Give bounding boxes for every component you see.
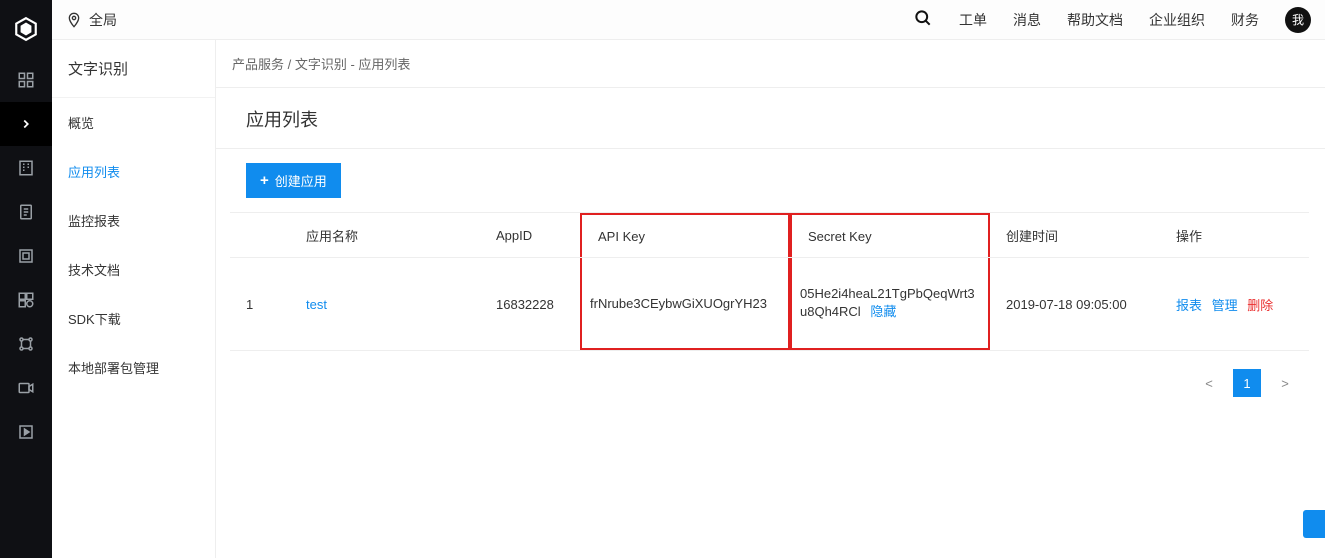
page-title: 应用列表	[216, 88, 1325, 149]
location-icon	[66, 12, 82, 28]
scope-label: 全局	[89, 10, 117, 30]
rail-dashboard-icon[interactable]	[0, 58, 52, 102]
cell-secret: 05He2i4heaL21TgPbQeqWrt3u8Qh4RCl 隐藏	[790, 258, 990, 351]
op-report-link[interactable]: 报表	[1176, 298, 1202, 313]
table-row: 1 test 16832228 frNrube3CEybwGiXUOgrYH23…	[230, 258, 1309, 351]
col-name: 应用名称	[290, 213, 480, 258]
create-app-label: 创建应用	[275, 171, 327, 190]
cell-idx: 1	[230, 258, 290, 351]
breadcrumb: 产品服务 / 文字识别 - 应用列表	[216, 40, 1325, 88]
col-appid: AppID	[480, 213, 580, 258]
pagination: < 1 >	[216, 351, 1325, 415]
sidebar-item-deploy[interactable]: 本地部署包管理	[52, 343, 215, 392]
rail-play-icon[interactable]	[0, 410, 52, 454]
nav-message[interactable]: 消息	[1013, 10, 1041, 30]
feedback-tab[interactable]	[1303, 510, 1325, 538]
sidebar-item-app-list[interactable]: 应用列表	[52, 147, 215, 196]
rail-video-icon[interactable]	[0, 366, 52, 410]
create-app-button[interactable]: + 创建应用	[246, 163, 341, 198]
app-name-link[interactable]: test	[306, 297, 327, 312]
table-header-row: 应用名称 AppID API Key Secret Key 创建时间 操作	[230, 213, 1309, 258]
rail-building-icon[interactable]	[0, 146, 52, 190]
op-manage-link[interactable]: 管理	[1212, 298, 1238, 313]
col-ops: 操作	[1160, 213, 1309, 258]
op-delete-link[interactable]: 删除	[1247, 298, 1273, 313]
nav-help[interactable]: 帮助文档	[1067, 10, 1123, 30]
col-apikey: API Key	[580, 213, 790, 258]
cell-created: 2019-07-18 09:05:00	[990, 258, 1160, 351]
scope-selector[interactable]: 全局	[66, 10, 117, 30]
cell-appid: 16832228	[480, 258, 580, 351]
icon-rail	[0, 0, 52, 558]
search-icon[interactable]	[913, 8, 933, 31]
pager-prev[interactable]: <	[1195, 369, 1223, 397]
col-secret: Secret Key	[790, 213, 990, 258]
cell-apikey: frNrube3CEybwGiXUOgrYH23	[580, 258, 790, 351]
toolbar: + 创建应用	[216, 149, 1325, 212]
pager-current[interactable]: 1	[1233, 369, 1261, 397]
col-idx	[230, 213, 290, 258]
sidebar-title: 文字识别	[52, 40, 215, 98]
plus-icon: +	[260, 173, 269, 188]
nav-finance[interactable]: 财务	[1231, 10, 1259, 30]
rail-apps-icon[interactable]	[0, 278, 52, 322]
sidebar: 文字识别 概览 应用列表 监控报表 技术文档 SDK下载 本地部署包管理	[52, 40, 216, 558]
sidebar-item-sdk[interactable]: SDK下载	[52, 294, 215, 343]
sidebar-item-docs[interactable]: 技术文档	[52, 245, 215, 294]
rail-document-icon[interactable]	[0, 190, 52, 234]
main: 产品服务 / 文字识别 - 应用列表 应用列表 + 创建应用 应用名称 AppI…	[216, 40, 1325, 558]
rail-network-icon[interactable]	[0, 322, 52, 366]
app-table: 应用名称 AppID API Key Secret Key 创建时间 操作 1 …	[230, 212, 1309, 351]
pager-next[interactable]: >	[1271, 369, 1299, 397]
sidebar-item-overview[interactable]: 概览	[52, 98, 215, 147]
secret-toggle-link[interactable]: 隐藏	[870, 304, 896, 319]
col-created: 创建时间	[990, 213, 1160, 258]
rail-expand-icon[interactable]	[0, 102, 52, 146]
cell-name: test	[290, 258, 480, 351]
rail-frame-icon[interactable]	[0, 234, 52, 278]
avatar[interactable]: 我	[1285, 7, 1311, 33]
sidebar-item-monitor[interactable]: 监控报表	[52, 196, 215, 245]
cell-ops: 报表 管理 删除	[1160, 258, 1309, 351]
nav-ticket[interactable]: 工单	[959, 10, 987, 30]
nav-org[interactable]: 企业组织	[1149, 10, 1205, 30]
topbar: 全局 工单 消息 帮助文档 企业组织 财务 我	[52, 0, 1325, 40]
logo-icon[interactable]	[11, 14, 41, 44]
